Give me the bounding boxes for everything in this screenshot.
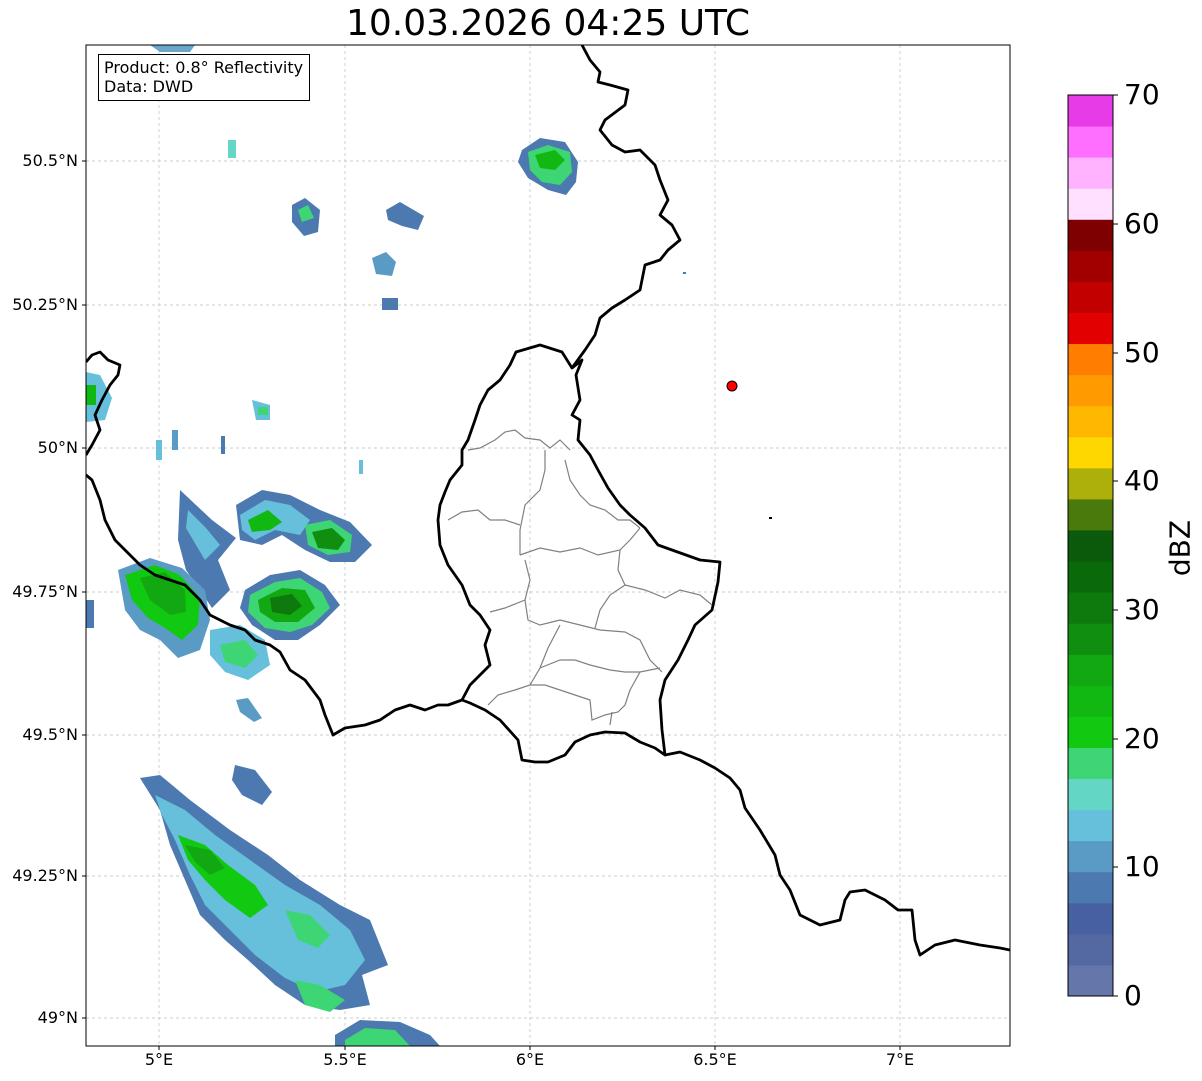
colorbar-tick-label: 20 <box>1124 722 1160 755</box>
lat-tick-label: 50.25°N <box>12 295 78 314</box>
radar-echo <box>382 298 398 310</box>
lat-tick-label: 49.25°N <box>12 866 78 885</box>
colorbar-segment <box>1068 281 1113 313</box>
colorbar-segment <box>1068 374 1113 407</box>
radar-echo <box>372 252 396 276</box>
radar-echo <box>683 272 686 274</box>
lon-tick-label: 5°E <box>144 1050 174 1069</box>
colorbar-segment <box>1068 685 1113 717</box>
radar-echo <box>172 430 178 450</box>
radar-echo <box>150 45 195 52</box>
radar-echo <box>86 385 96 405</box>
colorbar-segment <box>1068 188 1113 220</box>
lat-tick-label: 50.5°N <box>22 151 78 170</box>
colorbar-segment <box>1068 654 1113 686</box>
colorbar-segment <box>1068 467 1113 500</box>
lon-tick-label: 6°E <box>515 1050 545 1069</box>
y-ticks <box>82 160 86 1019</box>
lon-tick-label: 7°E <box>885 1050 915 1069</box>
radar-echo <box>232 765 272 805</box>
colorbar-segment <box>1068 343 1113 376</box>
radar-echo <box>156 440 162 460</box>
colorbar-segment <box>1068 529 1113 562</box>
radar-echo <box>86 600 94 628</box>
colorbar-segment <box>1068 871 1113 904</box>
data-source-label: Data: DWD <box>104 77 194 96</box>
colorbar-segment <box>1068 95 1113 127</box>
lat-tick-label: 50°N <box>37 438 78 457</box>
colorbar-segment <box>1068 312 1113 345</box>
colorbar-segment <box>1068 902 1113 935</box>
product-info-box: Product: 0.8° Reflectivity Data: DWD <box>98 54 311 101</box>
colorbar-segment <box>1068 250 1113 282</box>
colorbar-segment <box>1068 840 1113 873</box>
lat-tick-label: 49.75°N <box>12 582 78 601</box>
colorbar-segment <box>1068 716 1113 748</box>
colorbar-tick-label: 40 <box>1124 464 1160 497</box>
radar-echo <box>769 517 772 519</box>
colorbar-segment <box>1068 405 1113 438</box>
colorbar-segment <box>1068 747 1113 780</box>
colorbar <box>1068 95 1113 997</box>
colorbar-unit-label: dBZ <box>1163 519 1197 577</box>
colorbar-tick-label: 60 <box>1124 207 1160 240</box>
france-germany-border <box>664 750 1010 957</box>
colorbar-tick-label: 50 <box>1124 336 1160 369</box>
colorbar-segment <box>1068 964 1113 997</box>
product-label: Product: 0.8° Reflectivity <box>104 58 304 77</box>
radar-echoes <box>86 45 772 1046</box>
colorbar-segment <box>1068 561 1113 593</box>
district-borders <box>447 429 713 726</box>
colorbar-segment <box>1068 933 1113 966</box>
lat-tick-label: 49.5°N <box>22 725 78 744</box>
colorbar-segment <box>1068 498 1113 531</box>
lat-tick-label: 49°N <box>37 1008 78 1027</box>
lon-tick-label: 5.5°E <box>323 1050 367 1069</box>
colorbar-tick-label: 70 <box>1124 78 1160 111</box>
radar-echo <box>359 460 363 474</box>
radar-echo <box>221 436 225 454</box>
germany-belgium-border <box>570 45 682 369</box>
location-marker[interactable] <box>726 380 738 392</box>
radar-echo <box>236 698 262 722</box>
colorbar-segment <box>1068 592 1113 624</box>
colorbar-segment <box>1068 436 1113 469</box>
radar-map[interactable] <box>0 0 1202 1081</box>
luxembourg-border <box>436 343 722 764</box>
radar-echo <box>386 202 424 230</box>
colorbar-segment <box>1068 809 1113 842</box>
radar-echo <box>228 140 236 158</box>
colorbar-segment <box>1068 623 1113 655</box>
colorbar-tick-label: 10 <box>1124 850 1160 883</box>
colorbar-ticks <box>1113 94 1118 997</box>
colorbar-segment <box>1068 219 1113 251</box>
radar-echo <box>258 407 268 415</box>
colorbar-segment <box>1068 157 1113 189</box>
colorbar-segment <box>1068 778 1113 811</box>
colorbar-tick-label: 30 <box>1124 593 1160 626</box>
lon-tick-label: 6.5°E <box>693 1050 737 1069</box>
colorbar-segment <box>1068 126 1113 158</box>
colorbar-tick-label: 0 <box>1124 979 1142 1012</box>
